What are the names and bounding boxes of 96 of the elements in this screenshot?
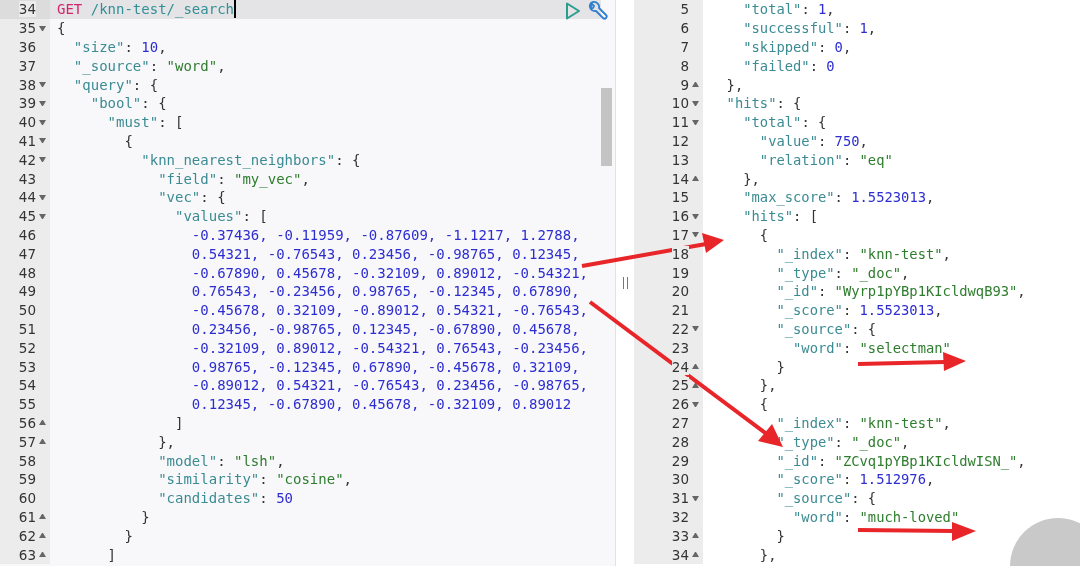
code-line: } [123,527,133,544]
code-line: "value": 750, [758,132,868,149]
fold-icon[interactable] [39,157,46,163]
code-line: "_score": 1.512976, [775,471,935,488]
code-line: "must": [ [106,114,184,131]
fold-icon[interactable] [692,495,699,501]
code-line: "vec": { [157,189,226,206]
code-line: -0.32109, 0.89012, -0.54321, 0.76543, -0.23456, [190,339,588,356]
fold-icon[interactable] [39,25,46,31]
fold-icon[interactable] [39,552,46,557]
code-line: "_score": 1.5523013, [775,302,943,319]
fold-icon[interactable] [692,176,699,182]
resize-handle[interactable] [622,277,628,289]
code-line: "relation": "eq" [758,151,893,168]
code-line: }, [758,546,777,563]
code-line: } [775,358,785,375]
code-line: 0.98765, -0.12345, 0.67890, -0.45678, 0.32109, [190,358,580,375]
code-line: GET /knn-test/_search [56,1,234,18]
code-line: { [758,396,769,413]
fold-icon[interactable] [692,82,699,88]
code-line: "_source": "word", [72,57,226,74]
line-number: 24 [671,358,689,375]
code-line: -0.37436, -0.11959, -0.87609, -1.1217, 1.2788, [190,226,580,243]
code-line: "similarity": "cosine", [157,471,353,488]
code-line: "skipped": 0, [742,39,852,55]
code-line: 0.76543, -0.23456, 0.98765, -0.12345, 0.67890, [190,283,580,300]
fold-icon[interactable] [692,401,699,407]
code-line: "hits": [ [742,208,818,225]
code-line: 0.12345, -0.67890, 0.45678, -0.32109, 0.89012 [190,396,572,413]
code-line: "query": { [72,76,159,93]
fold-icon[interactable] [39,100,46,106]
fold-icon[interactable] [692,326,699,332]
code-line: { [56,20,66,37]
fold-icon[interactable] [39,420,46,426]
code-line: "word": "much-loved" [792,508,960,525]
code-line: ] [106,546,116,563]
code-line: "hits": { [725,95,802,112]
fold-icon[interactable] [39,82,46,88]
photo-placeholder [1008,516,1080,566]
code-line: "_type": "_doc", [775,264,910,281]
code-line: "values": [ [174,208,268,225]
fold-icon[interactable] [39,514,46,520]
code-line: "knn_nearest_neighbors": { [140,151,361,168]
code-line: } [140,508,150,525]
code-line: }, [725,76,744,93]
code-line: "_index": "knn-test", [775,245,951,262]
fold-icon[interactable] [692,364,699,370]
fold-icon[interactable] [692,213,699,219]
wrench-icon[interactable] [587,0,609,22]
code-line: -0.67890, 0.45678, -0.32109, 0.89012, -0.54321, [190,264,588,281]
code-line: -0.45678, 0.32109, -0.89012, 0.54321, -0.76543, [190,302,588,319]
fold-icon[interactable] [39,119,46,125]
code-line: "max_score": 1.5523013, [742,189,935,206]
fold-icon[interactable] [692,100,699,106]
code-line: "candidates": 50 [157,490,293,507]
fold-icon[interactable] [692,533,699,539]
code-line: "model": "lsh", [157,452,285,469]
line-number: 34 [18,1,36,18]
text-cursor [234,0,236,19]
line-number: 7 [680,39,689,55]
fold-icon[interactable] [39,194,46,200]
line-number: 18 [671,245,689,262]
code-line: "_index": "knn-test", [775,414,951,431]
code-line: "bool": { [89,95,167,112]
code-line: 0.23456, -0.98765, 0.12345, -0.67890, 0.45678, [190,320,580,337]
fold-icon[interactable] [692,552,699,557]
code-line: 0.54321, -0.76543, 0.23456, -0.98765, 0.12345, [190,245,580,262]
code-line: ] [174,414,184,431]
code-line: }, [742,170,760,187]
code-line: "_source": { [775,490,877,507]
line-number: 36 [18,39,36,55]
fold-icon[interactable] [39,138,46,144]
run-button[interactable] [565,2,581,20]
fold-icon[interactable] [39,213,46,219]
code-line: "_source": { [775,320,877,337]
code-line: "total": 1, [742,1,835,18]
fold-icon[interactable] [692,382,699,388]
code-line: "size": 10, [72,39,167,55]
code-line: "total": { [742,114,827,131]
code-line: "successful": 1, [742,20,877,37]
code-line: }, [157,433,175,450]
scrollbar[interactable] [601,88,612,166]
code-line: { [758,226,769,243]
fold-icon[interactable] [39,533,46,539]
code-line: "field": "my_vec", [157,170,310,187]
fold-icon[interactable] [692,119,699,125]
code-line: }, [758,377,777,394]
code-line: -0.89012, 0.54321, -0.76543, 0.23456, -0.98765, [190,377,588,394]
code-line: "failed": 0 [742,57,835,74]
code-line: { [123,132,133,149]
code-line: } [775,527,785,544]
code-line: "_id": "Wyrp1pYBp1KIcldwqB93", [775,283,1026,300]
fold-icon[interactable] [39,439,46,445]
request-editor[interactable] [0,0,615,566]
code-line: "_id": "ZCvq1pYBp1KIcldwISN_", [775,452,1026,469]
code-line: "word": "selectman" [792,339,951,356]
